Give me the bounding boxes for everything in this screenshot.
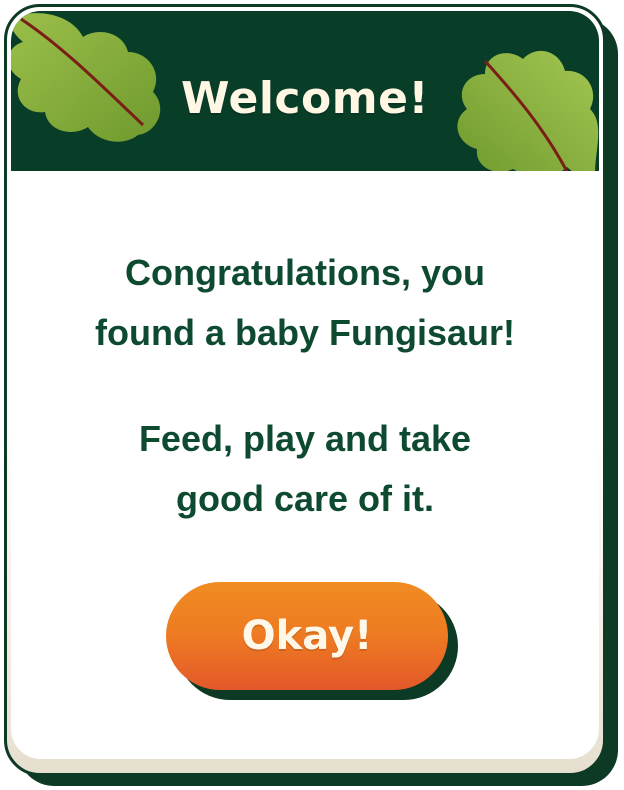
congrats-message: Congratulations, you found a baby Fungis… [11,243,599,363]
care-line-2: good care of it. [175,478,434,519]
care-line-1: Feed, play and take [138,418,472,459]
leaf-icon [457,51,599,171]
congrats-line-2: found a baby Fungisaur! [95,312,515,353]
congrats-line-1: Congratulations, you [125,252,485,293]
okay-button-label: Okay! [241,613,373,659]
dialog-header: Welcome! [11,11,599,171]
okay-button[interactable]: Okay! [166,582,448,690]
care-message: Feed, play and take good care of it. [11,409,599,529]
